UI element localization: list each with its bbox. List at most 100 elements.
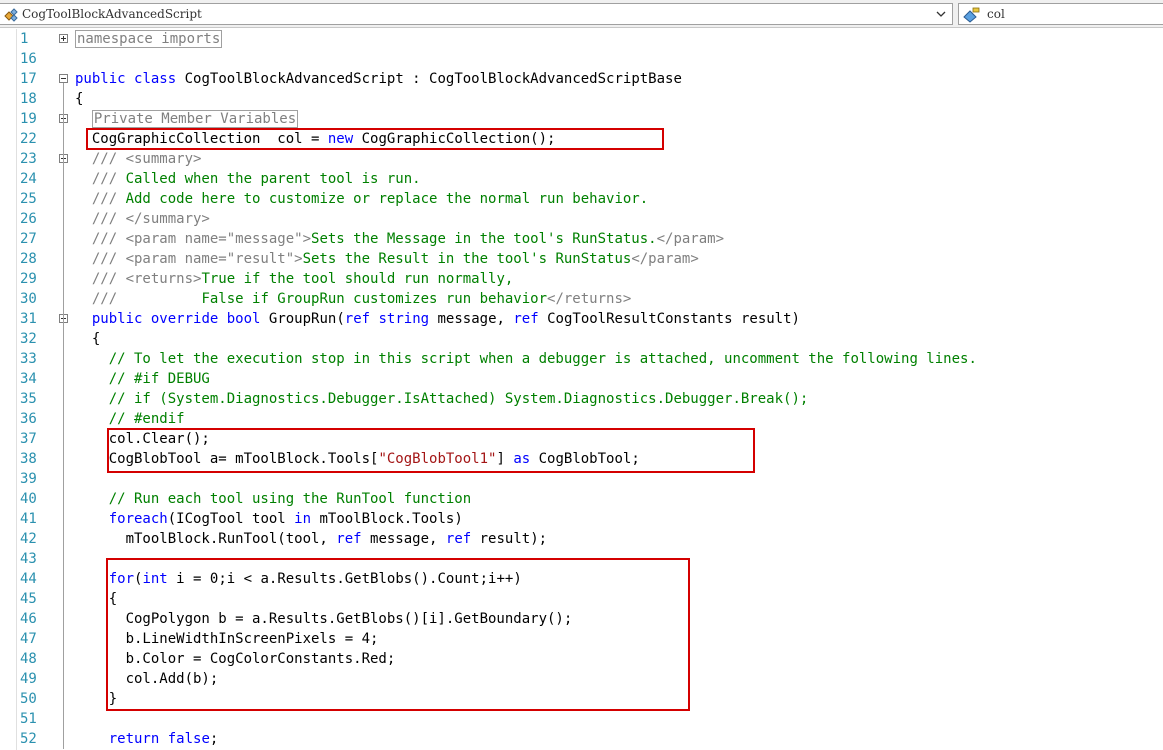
code-token: False if GroupRun customizes run behavio… (201, 291, 548, 307)
code-editor[interactable]: 1 16 17 18 19 22 23 24 25 26 27 28 29 30 31 32 33 34 35 36 3… (0, 29, 1163, 750)
line-number: 43 (20, 551, 37, 567)
code-line[interactable]: /// Called when the parent tool is run. (75, 169, 421, 189)
code-line[interactable]: namespace imports (75, 29, 223, 49)
code-token: </param> (656, 231, 725, 247)
code-line[interactable]: /// <param name="message">Sets the Messa… (75, 229, 724, 249)
code-token: in (294, 511, 312, 527)
code-token: { (75, 91, 84, 107)
line-number: 26 (20, 211, 37, 227)
code-line[interactable]: // if (System.Diagnostics.Debugger.IsAtt… (75, 389, 809, 409)
line-number: 52 (20, 731, 37, 747)
code-token: // To let the execution stop in this scr… (75, 351, 977, 367)
code-line[interactable]: { (75, 89, 83, 109)
editor-margin (0, 29, 17, 750)
line-number: 28 (20, 251, 37, 267)
line-number: 38 (20, 451, 37, 467)
code-token: CogToolBlockAdvancedScript : CogToolBloc… (176, 71, 682, 87)
code-token: Sets the Result in the tool's RunStatus (302, 251, 632, 267)
expand-region-icon[interactable] (59, 34, 68, 43)
line-number: 48 (20, 651, 37, 667)
code-token: mToolBlock.Tools) (311, 511, 463, 527)
line-number: 46 (20, 611, 37, 627)
code-token: bool (226, 311, 261, 327)
line-number: 47 (20, 631, 37, 647)
outline-guide-line (63, 323, 64, 749)
code-line[interactable]: Private Member Variables (75, 109, 299, 129)
class-selector-dropdown[interactable]: CogToolBlockAdvancedScript (0, 3, 953, 25)
highlight-box-blob-loop (106, 558, 690, 711)
code-line[interactable]: public class CogToolBlockAdvancedScript … (75, 69, 682, 89)
line-number: 40 (20, 491, 37, 507)
line-number: 50 (20, 691, 37, 707)
code-line[interactable]: // #if DEBUG (75, 369, 210, 389)
code-line[interactable]: /// Add code here to customize or replac… (75, 189, 648, 209)
code-token: return (108, 731, 160, 747)
chevron-down-icon[interactable] (934, 7, 948, 21)
code-token: /// <param name="result"> (75, 251, 303, 267)
code-token: ref (513, 311, 539, 327)
code-token: True if the tool should run normally, (201, 271, 514, 287)
line-number: 39 (20, 471, 37, 487)
code-token: // Run each tool using the RunTool funct… (75, 491, 472, 507)
code-line[interactable]: // Run each tool using the RunTool funct… (75, 489, 471, 509)
code-token: ref (445, 531, 472, 547)
line-number: 29 (20, 271, 37, 287)
code-line[interactable]: public override bool GroupRun(ref string… (75, 309, 800, 329)
code-line[interactable]: return false; (75, 729, 219, 749)
code-token: // #endif (75, 411, 185, 427)
code-token: </returns> (547, 291, 632, 307)
member-selector-dropdown[interactable]: col (958, 3, 1163, 25)
code-token: string (378, 311, 430, 327)
code-token: mToolBlock.RunTool(tool, (75, 531, 337, 547)
collapsed-region-label[interactable]: namespace imports (75, 30, 223, 48)
code-token: /// </summary> (75, 211, 210, 227)
code-token: /// (75, 291, 202, 307)
line-number: 16 (20, 51, 37, 67)
line-number: 30 (20, 291, 37, 307)
code-token: CogToolResultConstants result) (538, 311, 800, 327)
line-number: 37 (20, 431, 37, 447)
code-token: ; (209, 731, 219, 747)
code-line[interactable]: /// False if GroupRun customizes run beh… (75, 289, 631, 309)
code-token: Called when the parent tool is run. (125, 171, 421, 187)
code-token: class (134, 71, 177, 87)
code-token: /// <summary> (75, 151, 202, 167)
code-token: message, (361, 531, 446, 547)
code-line[interactable]: foreach(ICogTool tool in mToolBlock.Tool… (75, 509, 463, 529)
line-number: 24 (20, 171, 37, 187)
line-number: 19 (20, 111, 37, 127)
code-token: override (150, 311, 219, 327)
code-line[interactable]: { (75, 329, 100, 349)
line-number: 31 (20, 311, 37, 327)
code-token: result); (471, 531, 548, 547)
code-line[interactable]: /// </summary> (75, 209, 210, 229)
line-number: 36 (20, 411, 37, 427)
code-line[interactable]: // To let the execution stop in this scr… (75, 349, 977, 369)
code-line[interactable]: /// <summary> (75, 149, 202, 169)
line-number: 32 (20, 331, 37, 347)
collapsed-region-label[interactable]: Private Member Variables (91, 110, 299, 128)
code-token: Sets the Message in the tool's RunStatus… (311, 231, 657, 247)
code-token: ref (336, 531, 362, 547)
code-line[interactable]: /// <returns>True if the tool should run… (75, 269, 513, 289)
code-token: ref (344, 311, 371, 327)
code-token: Add code here to customize or replace th… (125, 191, 649, 207)
code-token: public (75, 71, 126, 87)
line-number: 44 (20, 571, 37, 587)
line-number: 18 (20, 91, 37, 107)
line-number: 42 (20, 531, 37, 547)
highlight-box-col-declaration (86, 128, 664, 150)
line-number-column: 1 16 17 18 19 22 23 24 25 26 27 28 29 30 31 32 33 34 35 36 3… (16, 29, 54, 750)
line-number: 27 (20, 231, 37, 247)
line-number: 17 (20, 71, 37, 87)
code-line[interactable]: mToolBlock.RunTool(tool, ref message, re… (75, 529, 547, 549)
collapse-region-icon[interactable] (59, 74, 68, 83)
code-line[interactable]: // #endif (75, 409, 185, 429)
code-line[interactable]: /// <param name="result">Sets the Result… (75, 249, 699, 269)
